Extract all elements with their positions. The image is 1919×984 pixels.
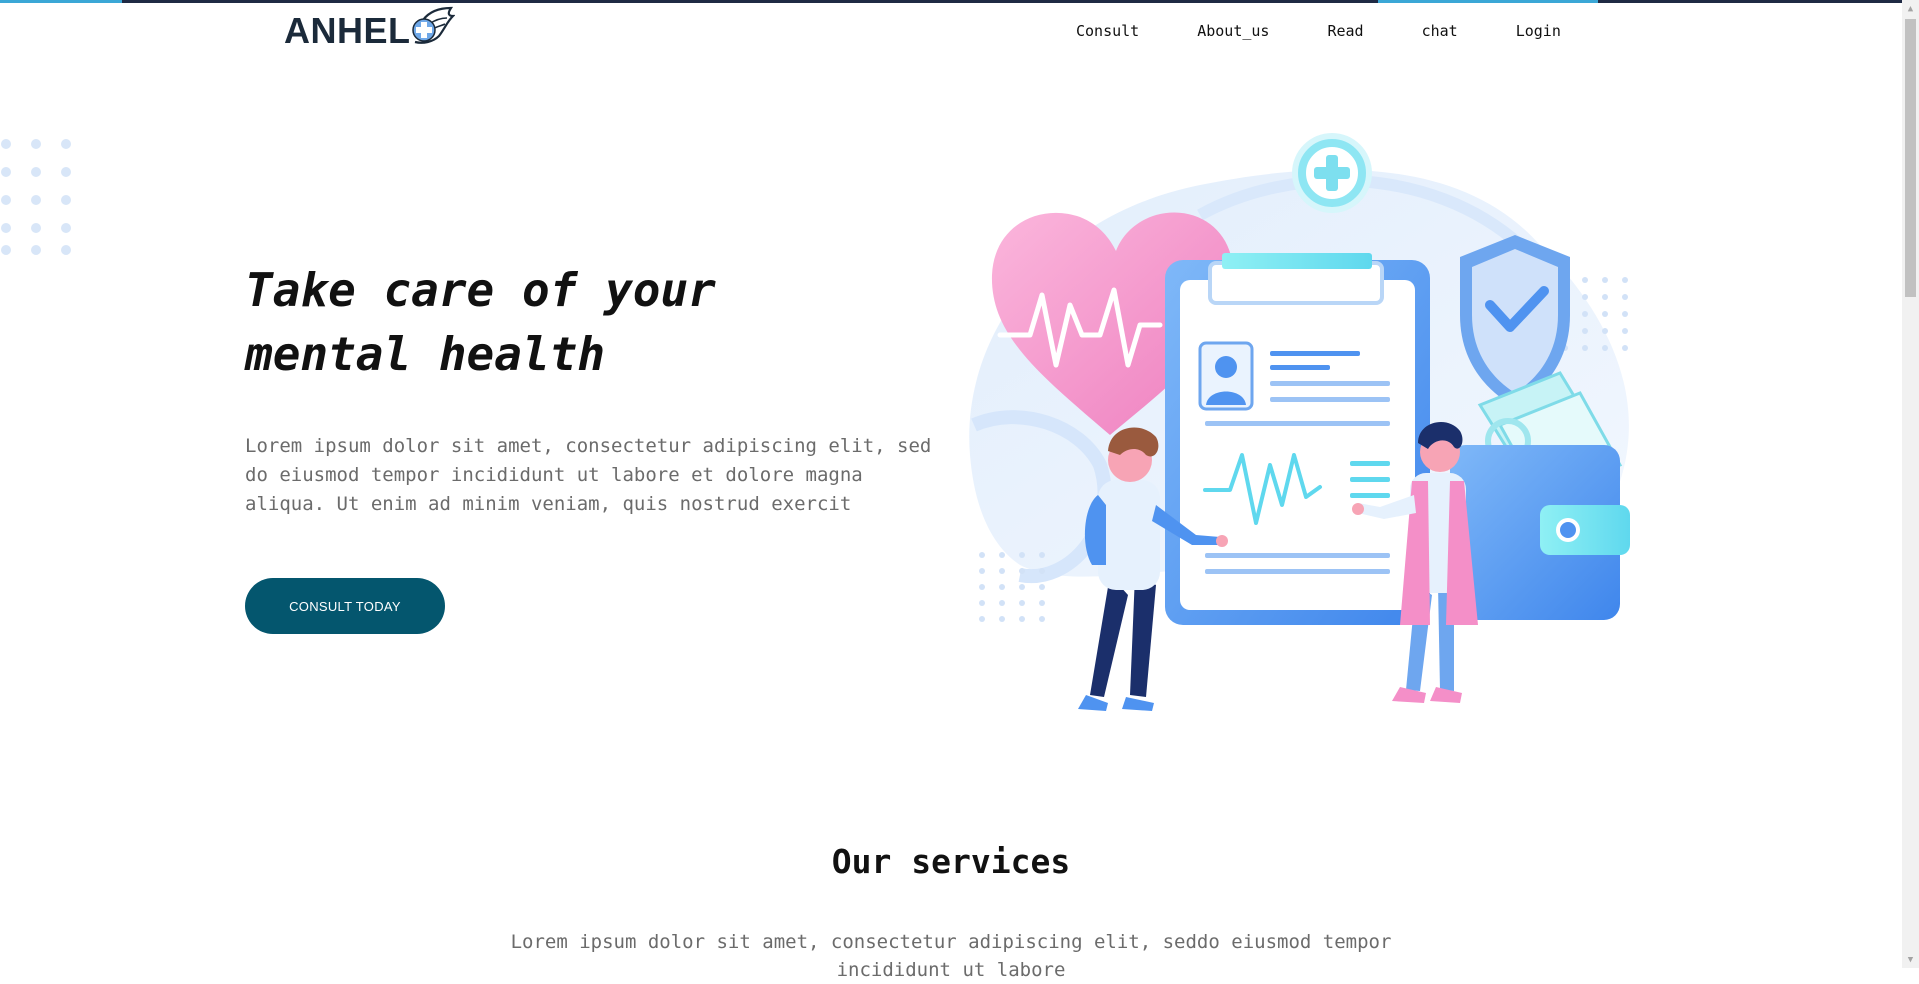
brand-logo[interactable]: ANHEL — [284, 6, 455, 54]
nav-read[interactable]: Read — [1327, 22, 1363, 40]
hero-title-line: Take care of your — [245, 263, 716, 317]
scroll-down-arrow-icon[interactable]: ▼ — [1902, 951, 1919, 968]
nav-about-us[interactable]: About_us — [1197, 22, 1269, 40]
hero-description: Lorem ipsum dolor sit amet, consectetur … — [245, 432, 945, 519]
nav-consult[interactable]: Consult — [1076, 22, 1139, 40]
medical-checkup-illustration — [969, 133, 1630, 711]
brand-name: ANHEL — [284, 10, 411, 51]
plus-circle-icon — [1292, 133, 1372, 213]
hero-description-line: aliqua. Ut enim ad minim veniam, quis no… — [245, 493, 852, 515]
scroll-up-arrow-icon[interactable]: ▲ — [1902, 0, 1919, 17]
nav-login[interactable]: Login — [1516, 22, 1561, 40]
hero-description-line: do eiusmod tempor incididunt ut labore e… — [245, 464, 863, 486]
vertical-scrollbar[interactable]: ▲ ▼ — [1902, 0, 1919, 968]
winged-cross-icon — [411, 6, 455, 44]
services-title: Our services — [831, 842, 1071, 881]
scrollbar-thumb[interactable] — [1905, 19, 1916, 297]
nav-chat[interactable]: chat — [1422, 22, 1458, 40]
services-description-line: incididunt ut labore — [836, 959, 1066, 981]
hero-title: Take care of your mental health — [245, 258, 865, 386]
decorative-dot-grid — [1, 139, 71, 255]
hero-title-line: mental health — [245, 327, 606, 381]
consult-today-button[interactable]: CONSULT TODAY — [245, 578, 445, 634]
services-description-line: Lorem ipsum dolor sit amet, consectetur … — [510, 931, 1392, 953]
browser-top-line — [0, 0, 1919, 3]
main-nav: Consult About_us Read chat Login — [1076, 22, 1561, 40]
services-description: Lorem ipsum dolor sit amet, consectetur … — [500, 928, 1402, 984]
clipboard-report-icon — [1165, 253, 1430, 625]
hero-description-line: Lorem ipsum dolor sit amet, consectetur … — [245, 435, 932, 457]
